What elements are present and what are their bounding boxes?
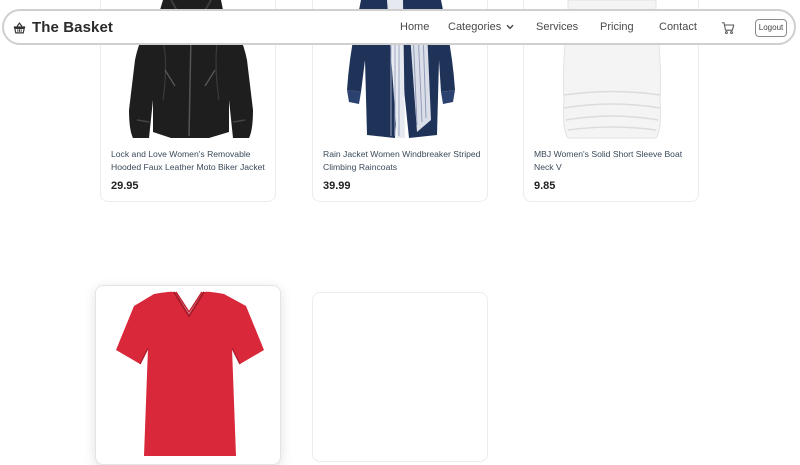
nav-link-services[interactable]: Services	[536, 21, 578, 33]
nav-link-categories-label: Categories	[448, 21, 502, 33]
product-card[interactable]	[95, 285, 281, 465]
logout-button[interactable]: Logout	[755, 19, 787, 37]
brand-name: The Basket	[32, 19, 114, 36]
product-price: 9.85	[534, 180, 556, 192]
basket-icon	[13, 21, 26, 33]
navbar: The Basket Home Categories Services Pric…	[2, 9, 796, 45]
product-price: 39.99	[323, 180, 351, 192]
nav-link-contact[interactable]: Contact	[659, 21, 697, 33]
nav-link-home[interactable]: Home	[400, 21, 429, 33]
brand[interactable]: The Basket	[13, 19, 113, 36]
nav-link-pricing[interactable]: Pricing	[600, 21, 634, 33]
red-vneck-tshirt-image	[116, 291, 264, 456]
product-title[interactable]: Lock and Love Women's Removable Hooded F…	[111, 148, 271, 174]
nav-link-categories[interactable]: Categories	[448, 21, 514, 33]
product-title[interactable]: MBJ Women's Solid Short Sleeve Boat Neck…	[534, 148, 694, 174]
product-price: 29.95	[111, 180, 139, 192]
cart-icon[interactable]	[721, 21, 735, 35]
chevron-down-icon	[506, 24, 514, 30]
product-title[interactable]: Rain Jacket Women Windbreaker Striped Cl…	[323, 148, 483, 174]
product-card-placeholder	[312, 292, 488, 462]
